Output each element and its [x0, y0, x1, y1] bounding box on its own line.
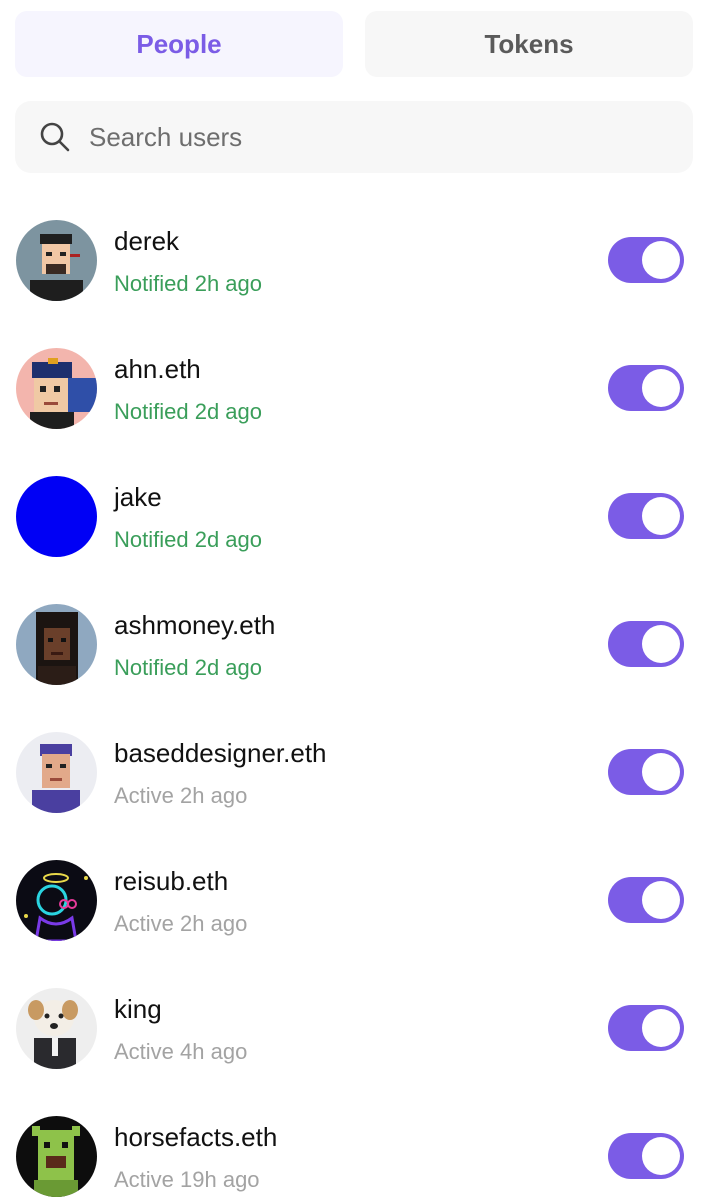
avatar [16, 476, 97, 557]
toggle-knob [642, 881, 680, 919]
user-list: derek Notified 2h ago ahn.eth Notified 2… [0, 212, 713, 1200]
toggle-knob [642, 241, 680, 279]
notification-toggle[interactable] [608, 1005, 684, 1051]
list-item: ahn.eth Notified 2d ago [0, 340, 713, 468]
list-item: king Active 4h ago [0, 980, 713, 1108]
toggle-knob [642, 753, 680, 791]
user-status: Active 19h ago [114, 1167, 260, 1192]
notification-toggle[interactable] [608, 749, 684, 795]
toggle-knob [642, 369, 680, 407]
notifications-page: People Tokens Search users derek Notifie… [0, 0, 713, 1200]
avatar [16, 860, 97, 941]
notification-toggle[interactable] [608, 493, 684, 539]
avatar [16, 988, 97, 1069]
list-item: baseddesigner.eth Active 2h ago [0, 724, 713, 852]
notification-toggle[interactable] [608, 365, 684, 411]
user-name: derek [114, 226, 180, 256]
user-status: Notified 2d ago [114, 399, 262, 424]
user-name: baseddesigner.eth [114, 738, 327, 768]
avatar [16, 220, 97, 301]
toggle-knob [642, 497, 680, 535]
list-item: horsefacts.eth Active 19h ago [0, 1108, 713, 1200]
list-item: derek Notified 2h ago [0, 212, 713, 340]
avatar [16, 1116, 97, 1197]
toggle-knob [642, 1137, 680, 1175]
notification-toggle[interactable] [608, 621, 684, 667]
avatar [16, 604, 97, 685]
user-status: Active 2h ago [114, 783, 248, 808]
avatar [16, 348, 97, 429]
user-status: Notified 2d ago [114, 655, 262, 680]
user-name: ahn.eth [114, 354, 201, 384]
notification-toggle[interactable] [608, 877, 684, 923]
list-item: reisub.eth Active 2h ago [0, 852, 713, 980]
user-name: reisub.eth [114, 866, 229, 896]
list-item: ashmoney.eth Notified 2d ago [0, 596, 713, 724]
user-status: Notified 2h ago [114, 271, 262, 296]
toggle-knob [642, 625, 680, 663]
notification-toggle[interactable] [608, 237, 684, 283]
search-input[interactable] [87, 120, 651, 154]
list-item: jake Notified 2d ago [0, 468, 713, 596]
user-name: ashmoney.eth [114, 610, 276, 640]
user-status: Active 2h ago [114, 911, 248, 936]
user-status: Active 4h ago [114, 1039, 248, 1064]
tab-tokens[interactable]: Tokens [365, 11, 693, 77]
notification-toggle[interactable] [608, 1133, 684, 1179]
user-name: horsefacts.eth [114, 1122, 278, 1152]
user-name: jake [114, 482, 162, 512]
search-bar [15, 101, 693, 173]
search-icon [39, 121, 71, 153]
toggle-knob [642, 1009, 680, 1047]
tab-people[interactable]: People [15, 11, 343, 77]
user-name: king [114, 994, 162, 1024]
avatar [16, 732, 97, 813]
user-status: Notified 2d ago [114, 527, 262, 552]
tab-bar: People Tokens [15, 11, 693, 77]
